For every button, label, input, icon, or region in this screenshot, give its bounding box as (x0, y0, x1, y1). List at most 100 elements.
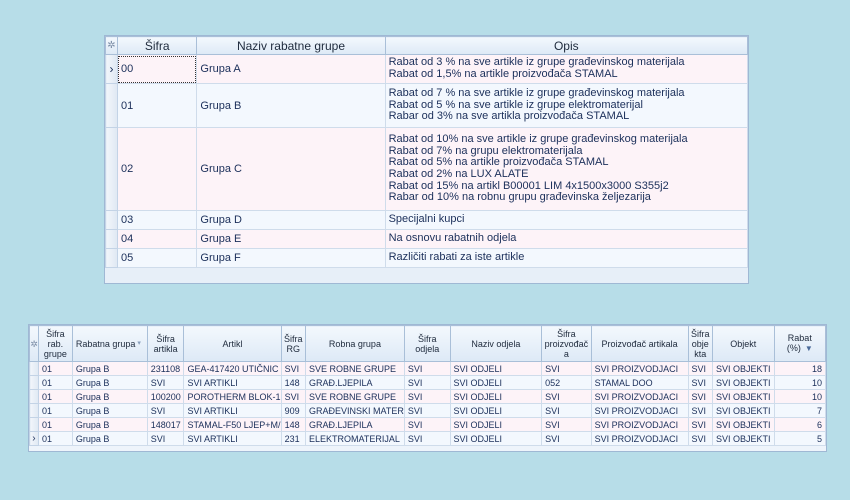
cell-article-code[interactable]: 231108 (146, 361, 185, 376)
cell-manufacturer-code[interactable]: SVI (541, 431, 592, 446)
cell-department-name[interactable]: SVI ODJELI (449, 375, 543, 390)
cell-product-group[interactable]: GRAĐEVINSKI MATER (305, 403, 405, 418)
column-header-manufacturer-code[interactable]: Šifra proizvođač a (541, 325, 592, 362)
cell-object[interactable]: SVI OBJEKTI (711, 361, 775, 376)
cell-object-code[interactable]: SVI (687, 403, 713, 418)
cell-discount-group[interactable]: Grupa B (71, 417, 148, 432)
column-header-description[interactable]: Opis (384, 36, 749, 55)
cell-product-group[interactable]: GRAĐ.LJEPILA (305, 375, 405, 390)
cell-manufacturer-code[interactable]: SVI (541, 403, 592, 418)
cell-article-code[interactable]: 100200 (146, 389, 185, 404)
column-header-product-group[interactable]: Robna grupa (305, 325, 405, 362)
cell-description[interactable]: Na osnovu rabatnih odjela (384, 229, 749, 249)
cell-discount-group-code[interactable]: 01 (37, 417, 73, 432)
table-row[interactable]: 04 Grupa E Na osnovu rabatnih odjela (105, 229, 749, 249)
row-indicator[interactable] (105, 210, 118, 230)
cell-discount[interactable]: 18 (773, 361, 827, 376)
row-indicator[interactable] (29, 417, 39, 432)
cell-product-group[interactable]: SVE ROBNE GRUPE (305, 361, 405, 376)
cell-department-code[interactable]: SVI (403, 431, 451, 446)
cell-discount[interactable]: 10 (773, 375, 827, 390)
cell-discount-group[interactable]: Grupa B (71, 361, 148, 376)
cell-department-code[interactable]: SVI (403, 417, 451, 432)
cell-object[interactable]: SVI OBJEKTI (711, 431, 775, 446)
cell-description[interactable]: Rabat od 10% na sve artikle iz grupe gra… (384, 127, 749, 211)
cell-manufacturer[interactable]: SVI PROIZVODJACI (590, 389, 689, 404)
cell-code[interactable]: 02 (116, 127, 198, 211)
cell-description[interactable]: Rabat od 7 % na sve artikle iz grupe gra… (384, 83, 749, 128)
cell-name[interactable]: Grupa C (196, 127, 386, 211)
cell-article-code[interactable]: 148017 (146, 417, 185, 432)
cell-discount[interactable]: 7 (773, 403, 827, 418)
cell-name[interactable]: Grupa E (196, 229, 386, 249)
cell-manufacturer-code[interactable]: SVI (541, 361, 592, 376)
cell-name[interactable]: Grupa A (196, 54, 386, 84)
cell-product-group[interactable]: ELEKTROMATERIJAL (305, 431, 405, 446)
cell-object-code[interactable]: SVI (687, 375, 713, 390)
cell-department-name[interactable]: SVI ODJELI (449, 389, 543, 404)
column-header-name[interactable]: Naziv rabatne grupe (196, 36, 386, 55)
table-row[interactable]: 01 Grupa B SVI SVI ARTIKLI 148 GRAĐ.LJEPILA SV… (29, 375, 827, 390)
cell-manufacturer-code[interactable]: SVI (541, 389, 592, 404)
cell-object[interactable]: SVI OBJEKTI (711, 403, 775, 418)
table-row[interactable]: 01 Grupa B Rabat od 7 % na sve artikle iz … (105, 83, 749, 128)
cell-department-name[interactable]: SVI ODJELI (449, 431, 543, 446)
row-indicator[interactable] (105, 83, 118, 128)
cell-manufacturer[interactable]: SVI PROIZVODJACI (590, 403, 689, 418)
cell-discount[interactable]: 10 (773, 389, 827, 404)
table-row[interactable]: 03 Grupa D Specijalni kupci (105, 210, 749, 230)
cell-discount-group[interactable]: Grupa B (71, 403, 148, 418)
row-indicator[interactable] (29, 375, 39, 390)
row-indicator-header[interactable]: ✲ (29, 325, 39, 362)
column-header-article[interactable]: Artikl (183, 325, 282, 362)
cell-product-group[interactable]: SVE ROBNE GRUPE (305, 389, 405, 404)
cell-department-name[interactable]: SVI ODJELI (449, 417, 543, 432)
cell-discount-group-code[interactable]: 01 (37, 361, 73, 376)
cell-manufacturer-code[interactable]: 052 (541, 375, 592, 390)
cell-discount-group-code[interactable]: 01 (37, 389, 73, 404)
cell-department-code[interactable]: SVI (403, 389, 451, 404)
column-header-object-code[interactable]: Šifra obje kta (687, 325, 713, 362)
cell-description[interactable]: Različiti rabati za iste artikle (384, 248, 749, 268)
table-row[interactable]: 01 Grupa B 231108 GEA-417420 UTIČNIC SVI SVE … (29, 361, 827, 376)
row-indicator[interactable] (105, 229, 118, 249)
cell-name[interactable]: Grupa B (196, 83, 386, 128)
cell-manufacturer[interactable]: SVI PROIZVODJACI (590, 431, 689, 446)
row-indicator[interactable]: › (29, 431, 39, 446)
cell-product-group[interactable]: GRAĐ.LJEPILA (305, 417, 405, 432)
cell-discount-group[interactable]: Grupa B (71, 375, 148, 390)
column-header-department-code[interactable]: Šifra odjela (403, 325, 451, 362)
cell-object-code[interactable]: SVI (687, 431, 713, 446)
column-header-article-code[interactable]: Šifra artikla (146, 325, 185, 362)
cell-rg-code[interactable]: SVI (280, 389, 307, 404)
row-indicator[interactable] (105, 248, 118, 268)
cell-object-code[interactable]: SVI (687, 361, 713, 376)
cell-discount-group-code[interactable]: 01 (37, 403, 73, 418)
cell-object-code[interactable]: SVI (687, 417, 713, 432)
cell-article[interactable]: SVI ARTIKLI (183, 431, 282, 446)
column-header-discount[interactable]: Rabat (%) ▼ (773, 325, 827, 362)
cell-department-name[interactable]: SVI ODJELI (449, 361, 543, 376)
cell-discount[interactable]: 6 (773, 417, 827, 432)
cell-article-code[interactable]: SVI (146, 403, 185, 418)
cell-manufacturer-code[interactable]: SVI (541, 417, 592, 432)
cell-article[interactable]: GEA-417420 UTIČNIC (183, 361, 282, 376)
cell-rg-code[interactable]: 148 (280, 417, 307, 432)
column-header-rg-code[interactable]: Šifra RG (280, 325, 307, 362)
cell-code[interactable]: 03 (116, 210, 198, 230)
cell-department-code[interactable]: SVI (403, 361, 451, 376)
table-row[interactable]: 05 Grupa F Različiti rabati za iste artikl… (105, 248, 749, 268)
cell-manufacturer[interactable]: STAMAL DOO (590, 375, 689, 390)
cell-rg-code[interactable]: 909 (280, 403, 307, 418)
cell-object[interactable]: SVI OBJEKTI (711, 375, 775, 390)
row-indicator[interactable] (29, 361, 39, 376)
cell-code[interactable]: 01 (116, 83, 198, 128)
table-row[interactable]: 01 Grupa B 100200 POROTHERM BLOK-1 SVI SVE RO… (29, 389, 827, 404)
filter-icon[interactable]: ▾ (137, 340, 141, 347)
column-header-code[interactable]: Šifra (116, 36, 198, 55)
cell-manufacturer[interactable]: SVI PROIZVODJACI (590, 361, 689, 376)
cell-description[interactable]: Specijalni kupci (384, 210, 749, 230)
cell-department-code[interactable]: SVI (403, 375, 451, 390)
cell-discount-group[interactable]: Grupa B (71, 389, 148, 404)
table-row[interactable]: 02 Grupa C Rabat od 10% na sve artikle iz … (105, 127, 749, 211)
